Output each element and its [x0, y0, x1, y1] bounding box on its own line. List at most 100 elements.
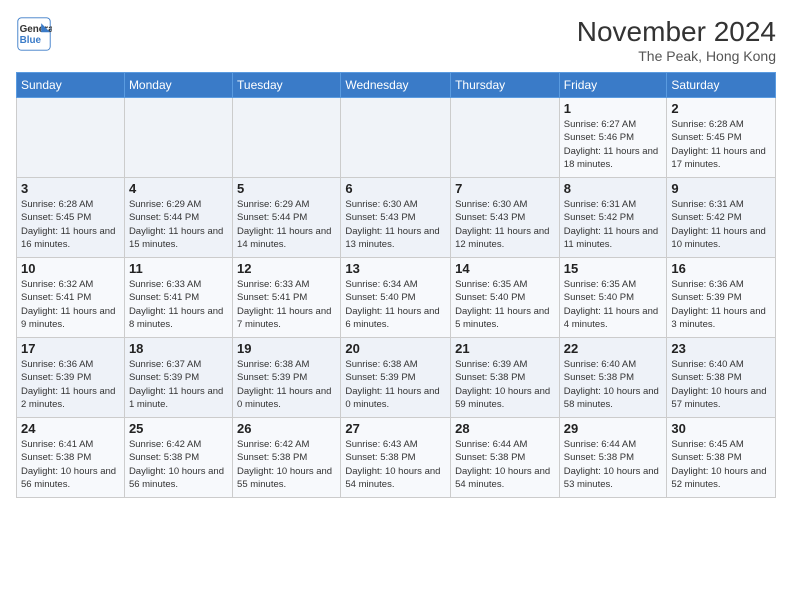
calendar-cell: 2Sunrise: 6:28 AM Sunset: 5:45 PM Daylig…: [667, 98, 776, 178]
day-number: 14: [455, 261, 555, 276]
weekday-header-thursday: Thursday: [451, 73, 560, 98]
day-info: Sunrise: 6:42 AM Sunset: 5:38 PM Dayligh…: [129, 438, 228, 491]
day-number: 24: [21, 421, 120, 436]
calendar-cell: 18Sunrise: 6:37 AM Sunset: 5:39 PM Dayli…: [124, 338, 232, 418]
day-number: 4: [129, 181, 228, 196]
calendar-cell: 23 Sunrise: 6:40 AM Sunset: 5:38 PM Dayli…: [667, 338, 776, 418]
day-number: 15: [564, 261, 663, 276]
weekday-header-saturday: Saturday: [667, 73, 776, 98]
calendar-week-row: 24 Sunrise: 6:41 AM Sunset: 5:38 PM Dayli…: [17, 418, 776, 498]
day-info: Sunrise: 6:38 AM Sunset: 5:39 PM Dayligh…: [345, 358, 446, 411]
day-number: 1: [564, 101, 663, 116]
calendar-cell: 27 Sunrise: 6:43 AM Sunset: 5:38 PM Dayli…: [341, 418, 451, 498]
day-info: Sunrise: 6:32 AM Sunset: 5:41 PM Dayligh…: [21, 278, 120, 331]
month-title: November 2024: [577, 16, 776, 48]
day-number: 25: [129, 421, 228, 436]
calendar-cell: 28 Sunrise: 6:44 AM Sunset: 5:38 PM Dayli…: [451, 418, 560, 498]
calendar-cell: [17, 98, 125, 178]
calendar-cell: 12 Sunrise: 6:33 AM Sunset: 5:41 PM Dayli…: [233, 258, 341, 338]
calendar-cell: 16 Sunrise: 6:36 AM Sunset: 5:39 PM Dayli…: [667, 258, 776, 338]
day-number: 22: [564, 341, 663, 356]
day-info: Sunrise: 6:29 AM Sunset: 5:44 PM Dayligh…: [129, 198, 228, 251]
weekday-header-tuesday: Tuesday: [233, 73, 341, 98]
calendar-week-row: 10 Sunrise: 6:32 AM Sunset: 5:41 PM Dayli…: [17, 258, 776, 338]
day-number: 16: [671, 261, 771, 276]
day-number: 10: [21, 261, 120, 276]
day-info: Sunrise: 6:30 AM Sunset: 5:43 PM Dayligh…: [455, 198, 555, 251]
day-info: Sunrise: 6:30 AM Sunset: 5:43 PM Dayligh…: [345, 198, 446, 251]
day-number: 29: [564, 421, 663, 436]
day-info: Sunrise: 6:36 AM Sunset: 5:39 PM Dayligh…: [671, 278, 771, 331]
calendar-cell: [451, 98, 560, 178]
weekday-header-friday: Friday: [559, 73, 667, 98]
calendar-cell: 30 Sunrise: 6:45 AM Sunset: 5:38 PM Dayli…: [667, 418, 776, 498]
logo-icon: General Blue: [16, 16, 52, 52]
weekday-header-monday: Monday: [124, 73, 232, 98]
calendar-cell: 5 Sunrise: 6:29 AM Sunset: 5:44 PM Daylig…: [233, 178, 341, 258]
day-number: 30: [671, 421, 771, 436]
day-number: 2: [671, 101, 771, 116]
day-info: Sunrise: 6:28 AM Sunset: 5:45 PM Dayligh…: [21, 198, 120, 251]
day-info: Sunrise: 6:40 AM Sunset: 5:38 PM Dayligh…: [671, 358, 771, 411]
calendar-cell: 29 Sunrise: 6:44 AM Sunset: 5:38 PM Dayli…: [559, 418, 667, 498]
weekday-header-row: SundayMondayTuesdayWednesdayThursdayFrid…: [17, 73, 776, 98]
day-info: Sunrise: 6:33 AM Sunset: 5:41 PM Dayligh…: [129, 278, 228, 331]
calendar-cell: 14 Sunrise: 6:35 AM Sunset: 5:40 PM Dayli…: [451, 258, 560, 338]
calendar-cell: [233, 98, 341, 178]
calendar-week-row: 1Sunrise: 6:27 AM Sunset: 5:46 PM Daylig…: [17, 98, 776, 178]
weekday-header-wednesday: Wednesday: [341, 73, 451, 98]
day-number: 23: [671, 341, 771, 356]
day-info: Sunrise: 6:36 AM Sunset: 5:39 PM Dayligh…: [21, 358, 120, 411]
day-number: 17: [21, 341, 120, 356]
day-number: 8: [564, 181, 663, 196]
day-number: 27: [345, 421, 446, 436]
title-block: November 2024 The Peak, Hong Kong: [577, 16, 776, 64]
day-info: Sunrise: 6:31 AM Sunset: 5:42 PM Dayligh…: [564, 198, 663, 251]
calendar-cell: 24 Sunrise: 6:41 AM Sunset: 5:38 PM Dayli…: [17, 418, 125, 498]
day-info: Sunrise: 6:34 AM Sunset: 5:40 PM Dayligh…: [345, 278, 446, 331]
day-info: Sunrise: 6:45 AM Sunset: 5:38 PM Dayligh…: [671, 438, 771, 491]
day-info: Sunrise: 6:44 AM Sunset: 5:38 PM Dayligh…: [455, 438, 555, 491]
calendar-cell: 11 Sunrise: 6:33 AM Sunset: 5:41 PM Dayli…: [124, 258, 232, 338]
day-info: Sunrise: 6:44 AM Sunset: 5:38 PM Dayligh…: [564, 438, 663, 491]
calendar-cell: 22 Sunrise: 6:40 AM Sunset: 5:38 PM Dayli…: [559, 338, 667, 418]
day-info: Sunrise: 6:41 AM Sunset: 5:38 PM Dayligh…: [21, 438, 120, 491]
calendar-cell: [124, 98, 232, 178]
day-info: Sunrise: 6:29 AM Sunset: 5:44 PM Dayligh…: [237, 198, 336, 251]
calendar-cell: 6Sunrise: 6:30 AM Sunset: 5:43 PM Daylig…: [341, 178, 451, 258]
calendar-cell: 1Sunrise: 6:27 AM Sunset: 5:46 PM Daylig…: [559, 98, 667, 178]
day-number: 19: [237, 341, 336, 356]
day-info: Sunrise: 6:35 AM Sunset: 5:40 PM Dayligh…: [455, 278, 555, 331]
calendar-cell: 17 Sunrise: 6:36 AM Sunset: 5:39 PM Dayli…: [17, 338, 125, 418]
day-info: Sunrise: 6:40 AM Sunset: 5:38 PM Dayligh…: [564, 358, 663, 411]
calendar-cell: 15 Sunrise: 6:35 AM Sunset: 5:40 PM Dayli…: [559, 258, 667, 338]
calendar-cell: 4 Sunrise: 6:29 AM Sunset: 5:44 PM Daylig…: [124, 178, 232, 258]
day-number: 11: [129, 261, 228, 276]
calendar-cell: 26Sunrise: 6:42 AM Sunset: 5:38 PM Dayli…: [233, 418, 341, 498]
calendar-cell: 8 Sunrise: 6:31 AM Sunset: 5:42 PM Daylig…: [559, 178, 667, 258]
day-info: Sunrise: 6:35 AM Sunset: 5:40 PM Dayligh…: [564, 278, 663, 331]
calendar-cell: 21Sunrise: 6:39 AM Sunset: 5:38 PM Dayli…: [451, 338, 560, 418]
svg-text:Blue: Blue: [20, 35, 42, 46]
day-number: 7: [455, 181, 555, 196]
day-number: 18: [129, 341, 228, 356]
calendar-cell: 7 Sunrise: 6:30 AM Sunset: 5:43 PM Daylig…: [451, 178, 560, 258]
day-info: Sunrise: 6:42 AM Sunset: 5:38 PM Dayligh…: [237, 438, 336, 491]
day-number: 12: [237, 261, 336, 276]
calendar-cell: 19 Sunrise: 6:38 AM Sunset: 5:39 PM Dayli…: [233, 338, 341, 418]
calendar-week-row: 17 Sunrise: 6:36 AM Sunset: 5:39 PM Dayli…: [17, 338, 776, 418]
day-number: 28: [455, 421, 555, 436]
calendar-cell: 13Sunrise: 6:34 AM Sunset: 5:40 PM Dayli…: [341, 258, 451, 338]
day-number: 9: [671, 181, 771, 196]
day-info: Sunrise: 6:43 AM Sunset: 5:38 PM Dayligh…: [345, 438, 446, 491]
location: The Peak, Hong Kong: [577, 48, 776, 64]
calendar-table: SundayMondayTuesdayWednesdayThursdayFrid…: [16, 72, 776, 498]
day-info: Sunrise: 6:33 AM Sunset: 5:41 PM Dayligh…: [237, 278, 336, 331]
day-info: Sunrise: 6:39 AM Sunset: 5:38 PM Dayligh…: [455, 358, 555, 411]
calendar-cell: [341, 98, 451, 178]
day-info: Sunrise: 6:31 AM Sunset: 5:42 PM Dayligh…: [671, 198, 771, 251]
day-info: Sunrise: 6:38 AM Sunset: 5:39 PM Dayligh…: [237, 358, 336, 411]
calendar-cell: 25 Sunrise: 6:42 AM Sunset: 5:38 PM Dayli…: [124, 418, 232, 498]
day-number: 5: [237, 181, 336, 196]
calendar-cell: 3Sunrise: 6:28 AM Sunset: 5:45 PM Daylig…: [17, 178, 125, 258]
